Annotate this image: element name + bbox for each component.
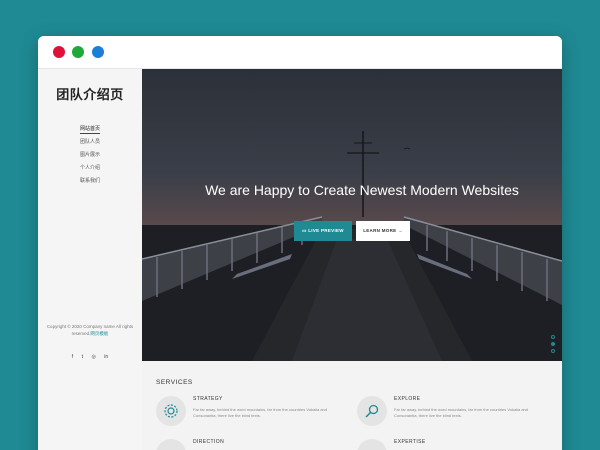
service-name: DIRECTION bbox=[193, 439, 225, 445]
service-desc: Far far away, behind the word mountains,… bbox=[193, 407, 327, 418]
service-name: EXPLORE bbox=[394, 396, 421, 402]
arrow-right-icon: → bbox=[396, 228, 403, 233]
search-icon bbox=[357, 396, 387, 426]
slide-dot[interactable] bbox=[551, 349, 555, 353]
slide-dot[interactable] bbox=[551, 335, 555, 339]
pier-sunset-image bbox=[142, 131, 562, 361]
copyright-link[interactable]: 网页模板 bbox=[90, 331, 108, 336]
instagram-icon[interactable]: ◎ bbox=[91, 354, 95, 360]
live-preview-button[interactable]: ▭ LIVE PREVIEW bbox=[294, 221, 352, 241]
gear-icon bbox=[156, 396, 186, 426]
sidebar-item-label: 图片展示 bbox=[79, 152, 100, 158]
linkedin-icon[interactable]: in bbox=[104, 354, 108, 360]
sidebar-item-gallery[interactable]: 图片展示 bbox=[38, 149, 142, 162]
sidebar: 团队介绍页 网站首页 团队人员 图片展示 个人介绍 联系我们 Copyright… bbox=[38, 69, 142, 450]
hero-title: We are Happy to Create Newest Modern Web… bbox=[205, 182, 519, 198]
star-icon bbox=[357, 439, 387, 450]
service-name: EXPERTISE bbox=[394, 439, 426, 445]
sidebar-item-label: 团队人员 bbox=[79, 139, 100, 145]
browser-window: 团队介绍页 网站首页 团队人员 图片展示 个人介绍 联系我们 Copyright… bbox=[38, 36, 562, 450]
maximize-window-icon[interactable] bbox=[92, 46, 104, 58]
window-titlebar bbox=[38, 36, 562, 69]
live-preview-label: LIVE PREVIEW bbox=[308, 228, 344, 233]
sidebar-item-about[interactable]: 个人介绍 bbox=[38, 162, 142, 175]
hero-banner: We are Happy to Create Newest Modern Web… bbox=[142, 69, 562, 361]
learn-more-label: LEARN MORE bbox=[363, 228, 397, 233]
learn-more-button[interactable]: LEARN MORE → bbox=[356, 221, 410, 241]
slide-dot-active[interactable] bbox=[551, 342, 555, 346]
services-title: SERVICES bbox=[156, 379, 193, 386]
sidebar-item-team[interactable]: 团队人员 bbox=[38, 136, 142, 149]
facebook-icon[interactable]: f bbox=[72, 354, 73, 360]
twitter-icon[interactable]: t bbox=[82, 354, 83, 360]
close-window-icon[interactable] bbox=[53, 46, 65, 58]
sidebar-item-label: 联系我们 bbox=[79, 178, 100, 184]
services-section: SERVICES STRATEGY Far far away, behind t… bbox=[142, 361, 562, 450]
minimize-window-icon[interactable] bbox=[72, 46, 84, 58]
sidebar-item-label: 个人介绍 bbox=[79, 165, 100, 171]
social-links: f t ◎ in bbox=[38, 345, 142, 363]
site-brand[interactable]: 团队介绍页 bbox=[38, 84, 142, 103]
sidebar-nav: 网站首页 团队人员 图片展示 个人介绍 联系我们 bbox=[38, 123, 142, 188]
service-desc: Far far away, behind the word mountains,… bbox=[394, 407, 528, 418]
sidebar-item-home[interactable]: 网站首页 bbox=[38, 123, 142, 136]
compass-icon bbox=[156, 439, 186, 450]
service-name: STRATEGY bbox=[193, 396, 223, 402]
slider-pager bbox=[551, 335, 555, 356]
sidebar-item-contact[interactable]: 联系我们 bbox=[38, 175, 142, 188]
sidebar-item-label: 网站首页 bbox=[79, 126, 100, 134]
copyright-text: Copyright © 2020 Company name All rights… bbox=[38, 323, 142, 337]
